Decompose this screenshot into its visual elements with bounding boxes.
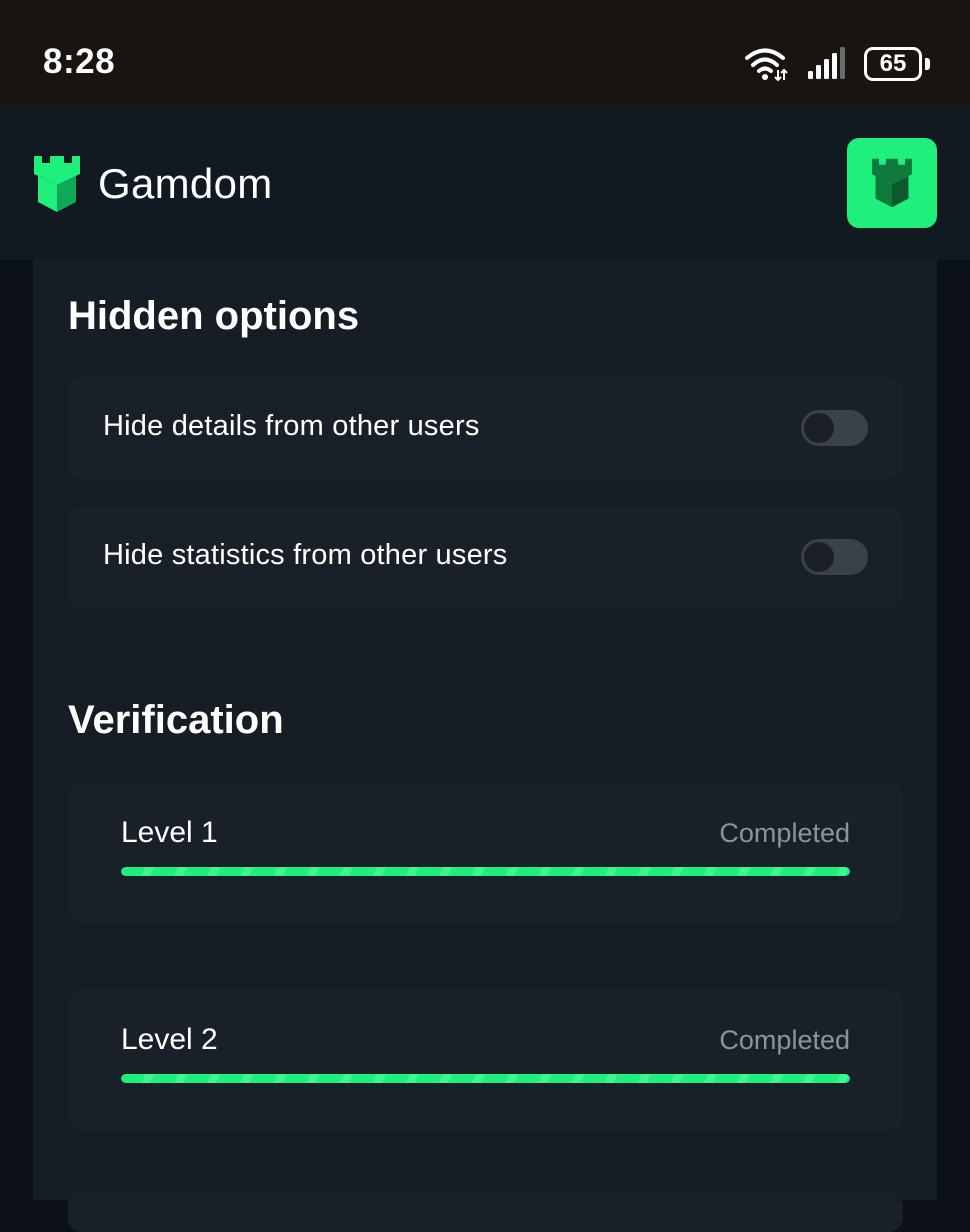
status-icons: 65 bbox=[744, 42, 930, 86]
hidden-options-title: Hidden options bbox=[68, 294, 360, 338]
brand[interactable]: Gamdom bbox=[32, 152, 273, 216]
toggle-knob bbox=[804, 413, 834, 443]
battery-body: 65 bbox=[864, 47, 922, 81]
level-label: Level 1 bbox=[121, 816, 218, 849]
app-header: Gamdom bbox=[0, 104, 970, 260]
battery-tip bbox=[925, 58, 930, 70]
level-label: Level 2 bbox=[121, 1023, 218, 1056]
next-card bbox=[68, 1192, 903, 1232]
castle-tower-icon bbox=[872, 158, 912, 208]
battery-icon: 65 bbox=[864, 47, 930, 81]
hide-details-toggle[interactable] bbox=[801, 410, 868, 446]
wifi-icon bbox=[745, 48, 788, 82]
status-bar: 8:28 65 bbox=[0, 0, 970, 104]
level-progress-fill bbox=[121, 867, 850, 876]
settings-panel: Hidden options Hide details from other u… bbox=[33, 260, 937, 1232]
cellular-signal-icon bbox=[808, 47, 845, 79]
verification-level-card: Level 2 Completed bbox=[68, 989, 903, 1131]
hide-statistics-toggle[interactable] bbox=[801, 539, 868, 575]
option-row-hide-statistics: Hide statistics from other users bbox=[68, 507, 903, 607]
level-progress-fill bbox=[121, 1074, 850, 1083]
level-progress-bar bbox=[121, 1074, 850, 1083]
level-status: Completed bbox=[719, 1025, 850, 1055]
option-label: Hide details from other users bbox=[103, 410, 480, 442]
verification-title: Verification bbox=[68, 698, 284, 742]
castle-tower-icon bbox=[34, 156, 80, 212]
verification-level-card: Level 1 Completed bbox=[68, 782, 903, 924]
option-row-hide-details: Hide details from other users bbox=[68, 378, 903, 478]
brand-name: Gamdom bbox=[98, 160, 273, 207]
option-label: Hide statistics from other users bbox=[103, 539, 508, 571]
level-status: Completed bbox=[719, 818, 850, 848]
toggle-knob bbox=[804, 542, 834, 572]
level-progress-bar bbox=[121, 867, 850, 876]
status-time: 8:28 bbox=[43, 42, 116, 81]
header-action-button[interactable] bbox=[847, 138, 937, 228]
battery-level: 65 bbox=[879, 50, 907, 77]
